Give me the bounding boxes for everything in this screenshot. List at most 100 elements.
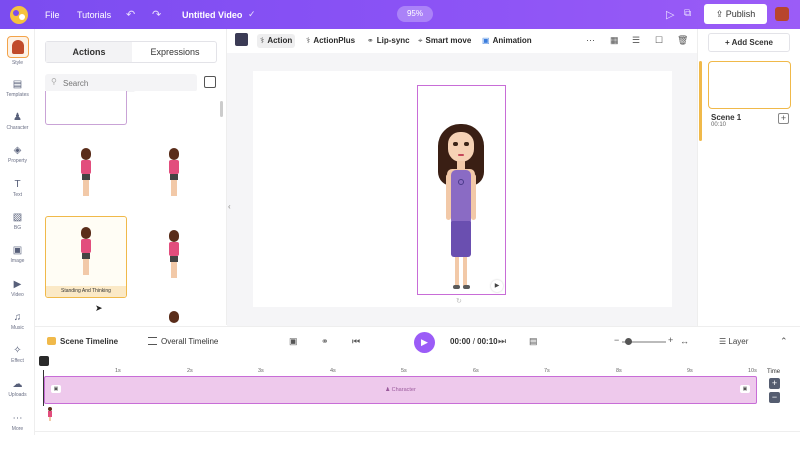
- character-thumbnail: [167, 148, 181, 198]
- character-track[interactable]: ▣ ♟ Character ▣: [44, 376, 757, 404]
- layer-label: Layer: [728, 337, 749, 346]
- redo-icon[interactable]: ↷: [152, 8, 161, 21]
- action-button[interactable]: ⚕ Action: [257, 34, 296, 48]
- action-card[interactable]: [133, 216, 215, 296]
- action-card[interactable]: [133, 134, 215, 214]
- layer-button[interactable]: ☰ Layer: [719, 337, 748, 346]
- add-scene-icon[interactable]: +: [778, 113, 789, 124]
- rail-item-style[interactable]: Style: [0, 36, 35, 66]
- undo-icon[interactable]: ↶: [126, 8, 135, 21]
- search-icon: ⚲: [51, 77, 57, 86]
- collapse-timeline-icon[interactable]: ⌃: [780, 336, 788, 347]
- rail-label: BG: [13, 225, 22, 231]
- layers-icon[interactable]: ☰: [632, 35, 640, 46]
- search-input[interactable]: [63, 76, 191, 90]
- tab-scene-timeline[interactable]: Scene Timeline: [47, 337, 118, 346]
- smart-move-button[interactable]: ⌖ Smart move: [418, 34, 471, 48]
- expand-icon[interactable]: [204, 76, 216, 88]
- rail-item-more[interactable]: ⋯ More: [0, 413, 35, 432]
- rail-item-image[interactable]: ▣ Image: [0, 245, 35, 264]
- more-options-icon[interactable]: ⋯: [586, 35, 595, 46]
- publish-button[interactable]: ⇪ Publish: [704, 4, 767, 24]
- play-icon: ▶: [421, 337, 428, 347]
- lipsync-button[interactable]: ⚭ Lip-sync: [367, 34, 410, 48]
- playhead-handle[interactable]: [39, 356, 49, 366]
- rotate-handle-icon[interactable]: ↻: [456, 297, 462, 305]
- playhead[interactable]: [43, 370, 44, 406]
- fit-screen-icon[interactable]: ▣: [289, 336, 298, 347]
- tab-overall-timeline[interactable]: Overall Timeline: [148, 337, 218, 346]
- tab-expressions[interactable]: Expressions: [132, 42, 218, 62]
- track-end-handle[interactable]: ▣: [740, 385, 750, 393]
- action-card[interactable]: [45, 134, 127, 214]
- microphone-icon[interactable]: ⚭: [321, 336, 329, 347]
- actionplus-button[interactable]: ⚕ ActionPlus: [306, 34, 355, 48]
- add-scene-button[interactable]: + Add Scene: [708, 33, 790, 52]
- action-card[interactable]: [133, 91, 215, 125]
- tab-actions[interactable]: Actions: [46, 42, 132, 62]
- collapse-panel-icon[interactable]: ‹: [228, 202, 231, 211]
- smart-move-label: Smart move: [425, 36, 472, 45]
- action-card-selected[interactable]: Standing And Thinking: [45, 216, 127, 298]
- text-icon: T: [14, 179, 21, 190]
- zoom-slider-knob[interactable]: [625, 338, 632, 345]
- share-icon[interactable]: ⧉: [684, 8, 691, 19]
- color-style-icon[interactable]: [235, 33, 248, 46]
- overall-timeline-icon: [148, 337, 157, 345]
- transparency-icon[interactable]: ▦: [610, 35, 619, 46]
- saved-check-icon: ✓: [248, 9, 256, 19]
- music-icon: ♫: [13, 312, 22, 323]
- character-thumbnail: [167, 230, 181, 280]
- action-card[interactable]: [45, 91, 127, 125]
- rail-label: Uploads: [8, 392, 27, 398]
- action-card[interactable]: [133, 305, 215, 325]
- rail-item-video[interactable]: ▶ Video: [0, 279, 35, 298]
- fit-width-icon[interactable]: ↔: [680, 336, 689, 346]
- action-card[interactable]: [45, 305, 127, 325]
- scenes-panel: + Add Scene Scene 1 00:10 +: [697, 29, 800, 326]
- rail-item-bg[interactable]: ▧ BG: [0, 212, 35, 231]
- preview-play-icon[interactable]: ▷: [666, 8, 674, 21]
- rail-item-character[interactable]: ♟ Character: [0, 112, 35, 131]
- animation-icon: ▣: [482, 36, 490, 45]
- animation-label: Animation: [492, 36, 532, 45]
- character-play-icon[interactable]: ▶: [491, 280, 503, 292]
- app-logo[interactable]: [9, 5, 29, 25]
- uploads-icon: ☁: [12, 379, 23, 390]
- track-label: ♟ Character: [45, 387, 756, 393]
- play-button[interactable]: ▶: [414, 332, 435, 353]
- user-avatar[interactable]: [775, 7, 789, 21]
- scene-duration: 00:10: [711, 122, 727, 128]
- skip-back-icon[interactable]: ⏮: [352, 336, 360, 347]
- video-title[interactable]: Untitled Video: [182, 10, 242, 20]
- menu-tutorials[interactable]: Tutorials: [77, 10, 111, 20]
- lock-icon[interactable]: ☐: [655, 35, 663, 46]
- menu-file[interactable]: File: [45, 10, 60, 20]
- scene-name[interactable]: Scene 1: [711, 113, 741, 122]
- zoom-out-icon[interactable]: −: [614, 335, 619, 345]
- remove-time-button[interactable]: −: [769, 392, 780, 403]
- rail-item-text[interactable]: T Text: [0, 179, 35, 198]
- image-icon: ▣: [12, 245, 23, 256]
- publish-label: Publish: [725, 9, 756, 19]
- tick-label: 8s: [616, 368, 622, 374]
- rail-label: Character: [6, 125, 29, 131]
- rail-item-music[interactable]: ♫ Music: [0, 312, 35, 331]
- zoom-level[interactable]: 95%: [397, 6, 433, 22]
- mouse-cursor-icon: ➤: [95, 303, 103, 313]
- animation-button[interactable]: ▣ Animation: [482, 34, 532, 48]
- action-card-caption: Standing And Thinking: [46, 286, 126, 297]
- rail-item-property[interactable]: ◈ Property: [0, 145, 35, 164]
- character[interactable]: [436, 124, 486, 290]
- add-time-button[interactable]: +: [769, 378, 780, 389]
- rail-item-effect[interactable]: ✧ Effect: [0, 345, 35, 364]
- zoom-in-icon[interactable]: +: [668, 335, 673, 345]
- scene-thumbnail[interactable]: [708, 61, 791, 109]
- time-display: 00:00 / 00:10: [450, 337, 498, 346]
- scrollbar[interactable]: [220, 101, 223, 117]
- subtitle-icon[interactable]: ▤: [529, 336, 538, 347]
- delete-icon[interactable]: 🗑: [677, 35, 688, 46]
- rail-item-uploads[interactable]: ☁ Uploads: [0, 379, 35, 398]
- skip-forward-icon[interactable]: ⏭: [498, 336, 506, 347]
- rail-item-templates[interactable]: ▤ Templates: [0, 79, 35, 98]
